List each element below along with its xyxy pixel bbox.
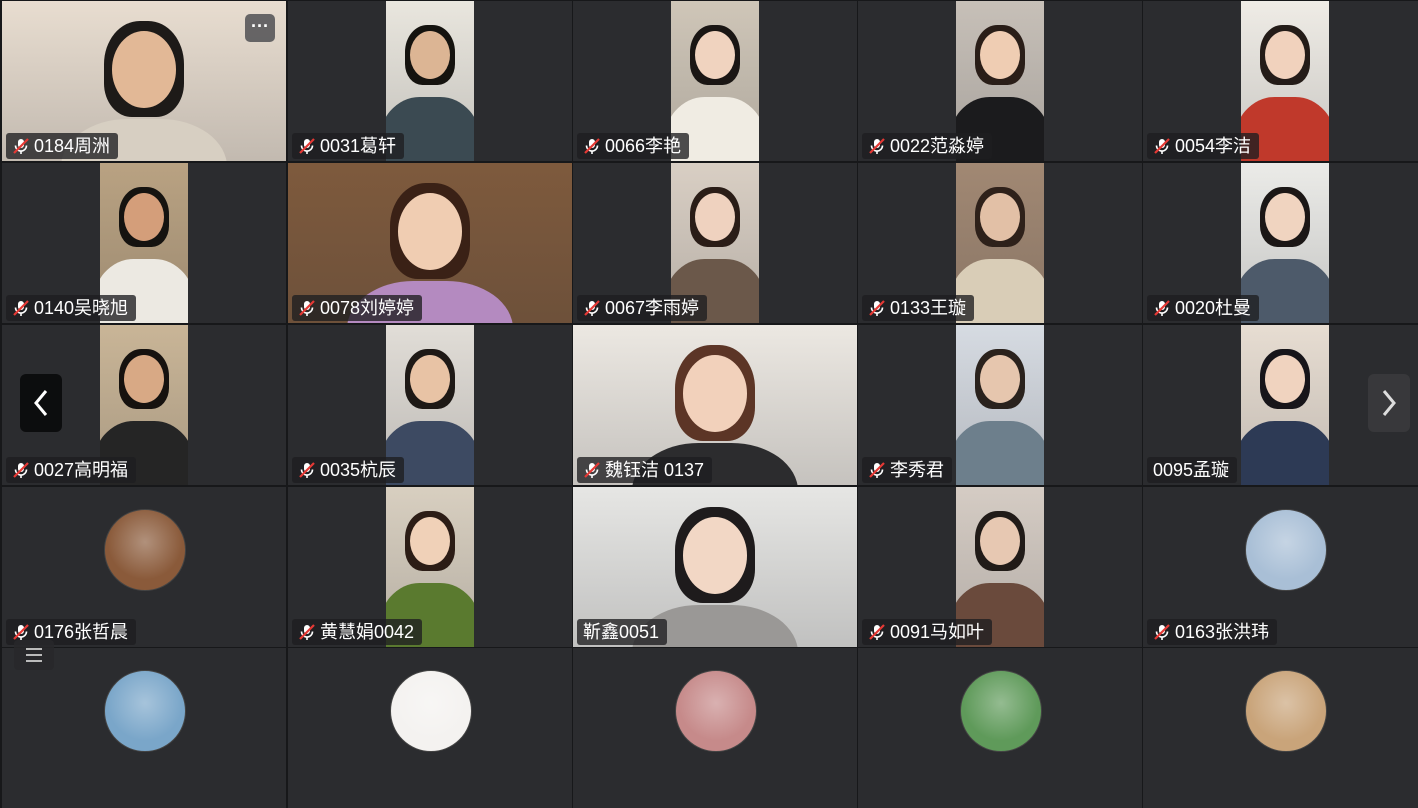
participant-name: 0035杭辰 bbox=[320, 460, 397, 480]
participant-tile[interactable]: 0066李艳 bbox=[573, 1, 857, 161]
participant-avatar bbox=[960, 670, 1042, 752]
muted-mic-icon bbox=[13, 138, 29, 154]
participant-tile[interactable]: 0022范淼婷 bbox=[858, 1, 1142, 161]
participant-avatar bbox=[1245, 670, 1327, 752]
participant-name-label: 0133王璇 bbox=[862, 295, 975, 321]
participant-tile[interactable] bbox=[2, 648, 286, 808]
participant-tile[interactable]: 0020杜曼 bbox=[1143, 163, 1418, 323]
participant-name-label: 0078刘婷婷 bbox=[292, 295, 423, 321]
muted-mic-icon bbox=[1154, 300, 1170, 316]
participant-name-label: 0066李艳 bbox=[577, 133, 690, 159]
participant-tile[interactable]: 0184周洲 bbox=[2, 1, 286, 161]
participant-name: 黄慧娟0042 bbox=[320, 622, 415, 642]
participant-name-label: 0035杭辰 bbox=[292, 457, 405, 483]
participant-name-label: 0054李洁 bbox=[1147, 133, 1260, 159]
participant-avatar bbox=[1245, 509, 1327, 591]
muted-mic-icon bbox=[869, 138, 885, 154]
participant-name-label: 0091马如叶 bbox=[862, 619, 993, 645]
participant-name-label: 0020杜曼 bbox=[1147, 295, 1260, 321]
participant-avatar bbox=[104, 670, 186, 752]
participant-name-label: 靳鑫0051 bbox=[577, 619, 668, 645]
participant-name: 0020杜曼 bbox=[1175, 298, 1252, 318]
participant-tile[interactable]: 魏钰洁 0137 bbox=[573, 325, 857, 485]
participant-tile[interactable]: 0133王璇 bbox=[858, 163, 1142, 323]
participant-name: 0054李洁 bbox=[1175, 136, 1252, 156]
list-icon bbox=[26, 648, 42, 662]
participant-tile[interactable]: 0176张哲晨 bbox=[2, 487, 286, 647]
participant-name: 靳鑫0051 bbox=[583, 622, 660, 642]
participant-tile[interactable]: 0067李雨婷 bbox=[573, 163, 857, 323]
participant-name: 0184周洲 bbox=[34, 136, 111, 156]
participant-name-label: 0095孟璇 bbox=[1147, 457, 1238, 483]
muted-mic-icon bbox=[299, 462, 315, 478]
muted-mic-icon bbox=[299, 624, 315, 640]
muted-mic-icon bbox=[869, 462, 885, 478]
participant-tile[interactable] bbox=[573, 648, 857, 808]
muted-mic-icon bbox=[869, 624, 885, 640]
participant-name-label: 0067李雨婷 bbox=[577, 295, 708, 321]
previous-page-button[interactable] bbox=[20, 374, 62, 432]
participant-name: 魏钰洁 0137 bbox=[605, 460, 705, 480]
participant-name: 李秀君 bbox=[890, 460, 944, 480]
participant-name: 0067李雨婷 bbox=[605, 298, 700, 318]
next-page-button[interactable] bbox=[1368, 374, 1410, 432]
participant-grid: 0184周洲 0031葛轩 0066李艳 0022范淼婷 0054李洁 0140吴晓旭 00… bbox=[0, 0, 1418, 808]
participant-name-label: 黄慧娟0042 bbox=[292, 619, 423, 645]
participant-tile[interactable]: 李秀君 bbox=[858, 325, 1142, 485]
participant-tile[interactable] bbox=[858, 648, 1142, 808]
muted-mic-icon bbox=[584, 462, 600, 478]
muted-mic-icon bbox=[1154, 624, 1170, 640]
more-options-button[interactable]: ··· bbox=[245, 14, 275, 42]
participant-tile[interactable]: 黄慧娟0042 bbox=[288, 487, 572, 647]
participant-tile[interactable]: 0140吴晓旭 bbox=[2, 163, 286, 323]
muted-mic-icon bbox=[299, 300, 315, 316]
chevron-right-icon bbox=[1382, 390, 1396, 416]
participant-tile[interactable]: 0078刘婷婷 bbox=[288, 163, 572, 323]
muted-mic-icon bbox=[13, 462, 29, 478]
participant-name-label: 0140吴晓旭 bbox=[6, 295, 137, 321]
muted-mic-icon bbox=[13, 300, 29, 316]
participant-name: 0133王璇 bbox=[890, 298, 967, 318]
chevron-left-icon bbox=[34, 390, 48, 416]
participant-name: 0031葛轩 bbox=[320, 136, 397, 156]
participant-name: 0095孟璇 bbox=[1153, 460, 1230, 480]
participant-tile[interactable] bbox=[1143, 648, 1418, 808]
participant-tile[interactable]: 靳鑫0051 bbox=[573, 487, 857, 647]
participant-name-label: 0031葛轩 bbox=[292, 133, 405, 159]
participant-name-label: 0027高明福 bbox=[6, 457, 137, 483]
participant-tile[interactable]: 0054李洁 bbox=[1143, 1, 1418, 161]
participant-tile[interactable]: 0031葛轩 bbox=[288, 1, 572, 161]
participant-name: 0066李艳 bbox=[605, 136, 682, 156]
participant-name-label: 魏钰洁 0137 bbox=[577, 457, 713, 483]
participant-name-label: 李秀君 bbox=[862, 457, 952, 483]
participant-tile[interactable]: 0091马如叶 bbox=[858, 487, 1142, 647]
participant-name-label: 0022范淼婷 bbox=[862, 133, 993, 159]
participant-name: 0027高明福 bbox=[34, 460, 129, 480]
participant-list-button[interactable] bbox=[14, 640, 54, 670]
participant-name: 0140吴晓旭 bbox=[34, 298, 129, 318]
participant-name: 0163张洪玮 bbox=[1175, 622, 1270, 642]
participant-avatar bbox=[675, 670, 757, 752]
muted-mic-icon bbox=[584, 300, 600, 316]
participant-avatar bbox=[390, 670, 472, 752]
participant-tile[interactable]: 0035杭辰 bbox=[288, 325, 572, 485]
participant-name: 0091马如叶 bbox=[890, 622, 985, 642]
muted-mic-icon bbox=[584, 138, 600, 154]
muted-mic-icon bbox=[299, 138, 315, 154]
participant-video bbox=[1241, 325, 1329, 485]
participant-tile[interactable] bbox=[288, 648, 572, 808]
muted-mic-icon bbox=[13, 624, 29, 640]
participant-name: 0078刘婷婷 bbox=[320, 298, 415, 318]
participant-tile[interactable]: 0163张洪玮 bbox=[1143, 487, 1418, 647]
participant-name: 0022范淼婷 bbox=[890, 136, 985, 156]
participant-name-label: 0184周洲 bbox=[6, 133, 119, 159]
muted-mic-icon bbox=[1154, 138, 1170, 154]
participant-avatar bbox=[104, 509, 186, 591]
participant-name-label: 0163张洪玮 bbox=[1147, 619, 1278, 645]
muted-mic-icon bbox=[869, 300, 885, 316]
participant-video bbox=[956, 325, 1044, 485]
